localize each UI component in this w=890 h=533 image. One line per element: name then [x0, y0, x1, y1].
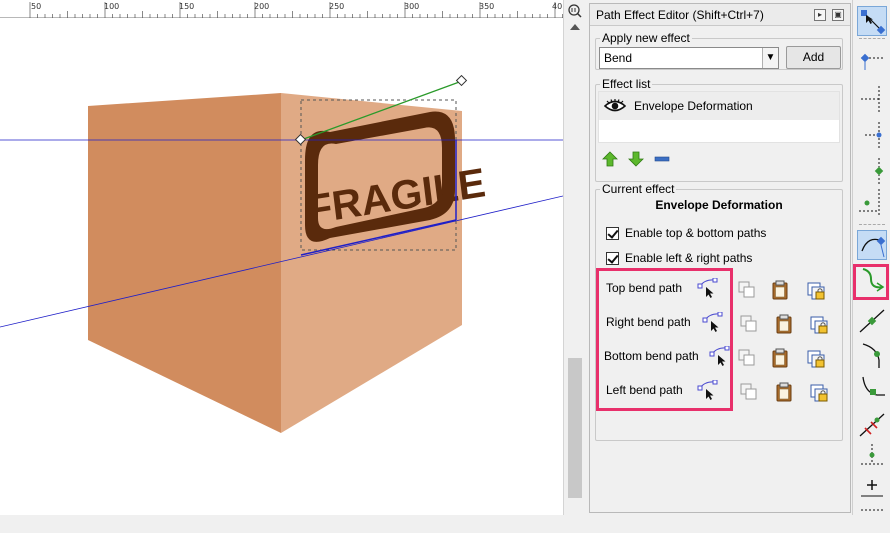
show-handles-icon[interactable]: [857, 500, 887, 530]
node-tool-toolbar: [852, 0, 890, 515]
effect-list[interactable]: Envelope Deformation: [598, 91, 840, 143]
effect-list-buttons: [602, 151, 670, 167]
node-auto-icon[interactable]: [857, 410, 887, 440]
node-symmetric-icon[interactable]: [857, 373, 887, 403]
ruler-label: 50: [31, 2, 42, 11]
ruler-label: 40: [552, 2, 563, 11]
enable-left-right-checkbox[interactable]: Enable left & right paths: [606, 251, 752, 265]
link-clipboard-icon[interactable]: [807, 350, 827, 370]
paste-path-icon[interactable]: [774, 382, 794, 402]
copy-path-icon[interactable]: [737, 348, 757, 368]
drawing-canvas[interactable]: FRAGILE: [0, 0, 563, 515]
ruler-label: 300: [404, 2, 420, 11]
copy-path-icon[interactable]: [737, 280, 757, 300]
ruler-label: 100: [104, 2, 120, 11]
checkbox-label: Enable left & right paths: [625, 251, 753, 265]
checkbox-label: Enable top & bottom paths: [625, 226, 767, 240]
paste-path-icon[interactable]: [770, 348, 790, 368]
chevron-down-icon[interactable]: ▼: [762, 48, 778, 68]
handle-node-end[interactable]: [455, 74, 468, 87]
scroll-up-arrow-icon[interactable]: [570, 24, 580, 30]
current-effect-title: Envelope Deformation: [655, 198, 783, 212]
effect-type-dropdown[interactable]: Bend ▼: [599, 47, 779, 69]
copy-path-icon[interactable]: [739, 314, 759, 334]
panel-title: Path Effect Editor (Shift+Ctrl+7): [596, 7, 764, 22]
object-to-path-icon[interactable]: [857, 470, 887, 500]
scroll-thumb[interactable]: [568, 358, 582, 498]
link-clipboard-icon[interactable]: [810, 316, 830, 336]
node-break-icon[interactable]: [857, 187, 887, 217]
node-add-icon[interactable]: [857, 44, 887, 74]
remove-effect-icon[interactable]: [654, 151, 670, 167]
horizontal-ruler[interactable]: 50 100 150 200 250 300 350 40: [0, 0, 563, 18]
effect-list-group: Effect list Envelope Deformation: [595, 77, 843, 182]
paste-path-icon[interactable]: [774, 314, 794, 334]
panel-close-icon[interactable]: ▣: [832, 8, 844, 21]
toolbar-separator: [859, 224, 885, 225]
apply-effect-group: Apply new effect Bend ▼ Add: [595, 31, 843, 70]
move-up-icon[interactable]: [602, 151, 618, 167]
eye-icon[interactable]: [604, 99, 626, 113]
box-front-face[interactable]: [88, 93, 281, 433]
ruler-label: 250: [329, 2, 345, 11]
node-delete-icon[interactable]: [857, 120, 887, 150]
checkbox-checked-icon[interactable]: [606, 251, 619, 265]
node-smooth-icon[interactable]: [857, 340, 887, 370]
ruler-label: 200: [254, 2, 270, 11]
copy-path-icon[interactable]: [739, 382, 759, 402]
checkbox-checked-icon[interactable]: [606, 226, 619, 240]
current-effect-legend: Current effect: [600, 182, 677, 196]
toolbar-highlight: [853, 264, 889, 300]
add-effect-button[interactable]: Add: [786, 46, 841, 69]
canvas-vertical-scrollbar[interactable]: [563, 0, 585, 515]
toolbar-separator: [859, 38, 885, 39]
paste-path-icon[interactable]: [770, 280, 790, 300]
zoom-correction-icon[interactable]: [566, 3, 584, 19]
apply-effect-legend: Apply new effect: [600, 31, 692, 45]
ruler-label: 150: [179, 2, 195, 11]
canvas-area[interactable]: FRAGILE 50 100 150 200 250 300 350 40: [0, 0, 563, 515]
link-clipboard-icon[interactable]: [807, 282, 827, 302]
ruler-label: 350: [479, 2, 495, 11]
effect-list-legend: Effect list: [600, 77, 653, 91]
panel-iconify-icon[interactable]: ▸: [814, 8, 826, 21]
segment-line-icon[interactable]: [857, 230, 887, 260]
link-clipboard-icon[interactable]: [810, 384, 830, 404]
effect-list-item-name: Envelope Deformation: [634, 99, 753, 113]
effect-list-item[interactable]: Envelope Deformation: [599, 92, 839, 120]
panel-header: Path Effect Editor (Shift+Ctrl+7) ▸ ▣: [590, 4, 850, 26]
stroke-to-path-icon[interactable]: [857, 440, 887, 470]
node-select-icon[interactable]: [857, 6, 887, 36]
enable-top-bottom-checkbox[interactable]: Enable top & bottom paths: [606, 226, 766, 240]
node-insert-icon[interactable]: [857, 84, 887, 114]
effect-type-value: Bend: [604, 51, 633, 65]
bend-paths-highlight: [596, 268, 733, 411]
move-down-icon[interactable]: [628, 151, 644, 167]
node-join-icon[interactable]: [857, 156, 887, 186]
node-cusp-icon[interactable]: [857, 306, 887, 336]
